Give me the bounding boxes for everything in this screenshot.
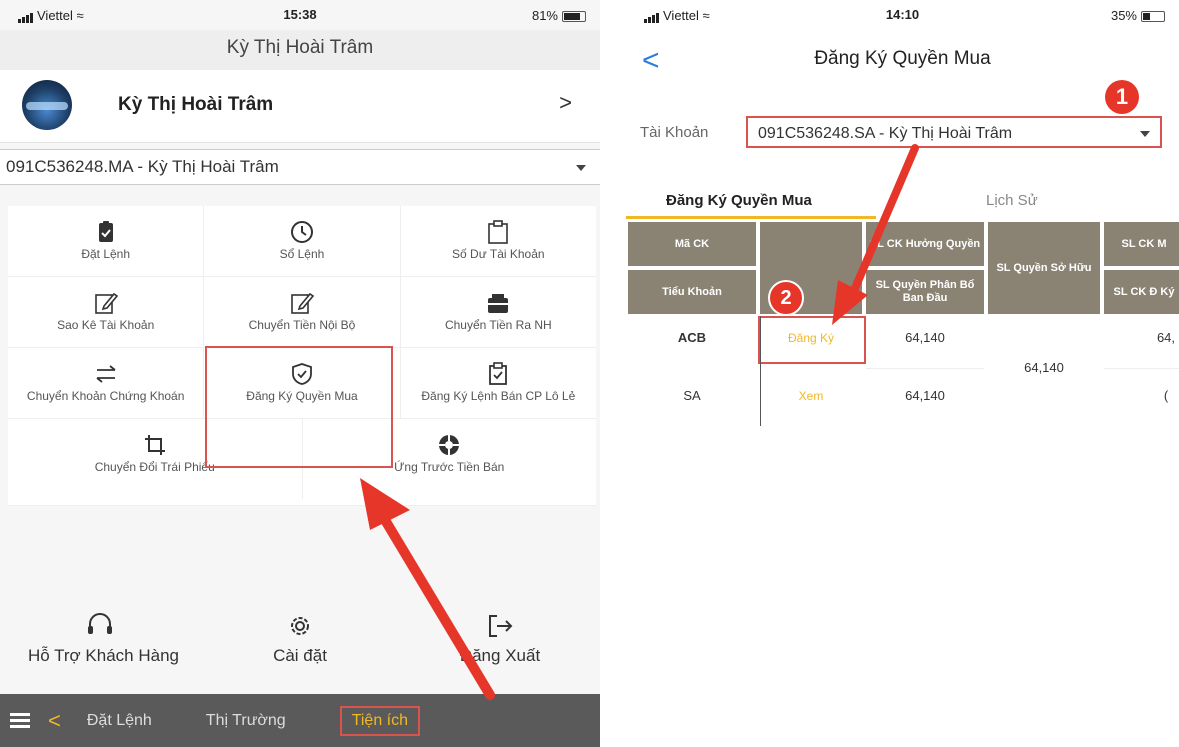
status-bar: Viettel ≈ 15:38 81% bbox=[0, 0, 600, 30]
profile-row[interactable]: Kỳ Thị Hoài Trâm > bbox=[0, 70, 600, 143]
row-divider bbox=[866, 368, 984, 369]
menu-item-so-du-tai-khoan[interactable]: Số Dư Tài Khoản bbox=[401, 206, 596, 276]
header-sl-ck-m: SL CK M bbox=[1104, 222, 1179, 266]
menu-item-dat-lenh[interactable]: Đặt Lệnh bbox=[8, 206, 205, 276]
battery-percent: 35% bbox=[1110, 8, 1137, 23]
menu-item-chuyen-khoan-chung-khoan[interactable]: Chuyển Khoản Chứng Khoán bbox=[8, 348, 205, 418]
support-button[interactable]: Hỗ Trợ Khách Hàng bbox=[0, 596, 200, 692]
clipboard-check-icon bbox=[98, 221, 113, 242]
bottom-actions: Hỗ Trợ Khách Hàng Cài đặt Đăng Xuất bbox=[0, 596, 600, 692]
menu-item-chuyen-tien-noi-bo[interactable]: Chuyển Tiền Nội Bộ bbox=[204, 277, 401, 347]
tab-lich-su[interactable]: Lịch Sử bbox=[986, 192, 1038, 209]
account-select-value: 091C536248.MA - Kỳ Thị Hoài Trâm bbox=[6, 157, 279, 176]
row-sa-code: SA bbox=[683, 388, 701, 403]
edit-icon bbox=[291, 292, 315, 314]
column-divider bbox=[760, 316, 761, 426]
status-time: 14:10 bbox=[885, 7, 920, 22]
page-title: Đăng Ký Quyền Mua bbox=[814, 48, 991, 69]
account-select[interactable]: 091C536248.MA - Kỳ Thị Hoài Trâm bbox=[0, 149, 600, 185]
edit-icon bbox=[94, 292, 118, 314]
status-bar: Viettel ≈ 14:10 35% bbox=[626, 0, 1179, 30]
highlight-box bbox=[205, 346, 393, 468]
tab-tien-ich[interactable]: Tiện ích bbox=[339, 705, 421, 736]
highlight-box bbox=[758, 316, 866, 364]
active-tab-indicator bbox=[626, 216, 876, 219]
header-sl-ck-ky: SL CK Đ Ký bbox=[1104, 270, 1179, 314]
menu-item-so-lenh[interactable]: Sổ Lệnh bbox=[204, 206, 401, 276]
row-acb-value: 64,140 bbox=[905, 330, 945, 345]
row-sa-value: 64,140 bbox=[905, 388, 945, 403]
bottom-tabbar: < Đặt Lệnh Thị Trường Tiện ích bbox=[0, 694, 600, 747]
logout-button[interactable]: Đăng Xuất bbox=[400, 596, 600, 692]
battery-icon bbox=[562, 11, 586, 23]
gear-icon bbox=[291, 617, 309, 635]
account-select-value: 091C536248.SA - Kỳ Thị Hoài Trâm bbox=[758, 125, 1013, 142]
menu-item-dang-ky-lenh-ban-cp-lo-le[interactable]: Đăng Ký Lệnh Bán CP Lô Lẻ bbox=[401, 348, 596, 418]
logout-icon bbox=[489, 615, 513, 637]
clock-icon bbox=[290, 221, 313, 243]
account-row: Tài Khoản 091C536248.SA - Kỳ Thị Hoài Tr… bbox=[626, 114, 1179, 154]
row-acb-last: 64, bbox=[1156, 330, 1176, 345]
account-select[interactable]: 091C536248.SA - Kỳ Thị Hoài Trâm bbox=[746, 116, 1162, 148]
back-chevron-icon[interactable]: < bbox=[48, 708, 61, 734]
page-title: Kỳ Thị Hoài Trâm bbox=[0, 30, 600, 70]
header-sl-quyen-so-huu: SL Quyền Sở Hữu bbox=[988, 222, 1100, 314]
crop-icon bbox=[144, 435, 165, 455]
header-tieu-khoan: Tiểu Khoản bbox=[628, 270, 756, 314]
merged-quyen-so-huu: 64,140 bbox=[1024, 360, 1064, 375]
row-sa-last: ( bbox=[1163, 388, 1169, 403]
avatar bbox=[22, 80, 72, 130]
profile-name: Kỳ Thị Hoài Trâm bbox=[118, 94, 274, 115]
header-ma-ck: Mã CK bbox=[628, 222, 756, 266]
row-divider bbox=[1104, 368, 1179, 369]
caret-down-icon bbox=[1140, 131, 1150, 137]
header-sl-ck-huong-quyen: SL CK Hưởng Quyền bbox=[866, 222, 984, 266]
menu-item-chuyen-tien-ra-nh[interactable]: Chuyển Tiền Ra NH bbox=[401, 277, 596, 347]
tab-dang-ky-quyen-mua[interactable]: Đăng Ký Quyền Mua bbox=[666, 192, 812, 209]
right-screen: Viettel ≈ 14:10 35% < Đăng Ký Quyền Mua … bbox=[626, 0, 1179, 440]
clipboard-icon bbox=[488, 220, 509, 244]
swap-icon bbox=[96, 365, 116, 383]
annotation-badge-1: 1 bbox=[1105, 80, 1139, 114]
tabs: Đăng Ký Quyền Mua Lịch Sử bbox=[626, 186, 1179, 220]
chevron-right-icon[interactable]: > bbox=[559, 90, 572, 116]
nav-bar: < Đăng Ký Quyền Mua bbox=[626, 30, 1179, 90]
headset-icon bbox=[88, 613, 112, 634]
tab-thi-truong[interactable]: Thị Trường bbox=[206, 712, 286, 730]
left-screen: Viettel ≈ 15:38 81% Kỳ Thị Hoài Trâm Kỳ … bbox=[0, 0, 600, 747]
battery-percent: 81% bbox=[531, 8, 558, 23]
header-sl-quyen-phan-bo: SL Quyền Phân Bổ Ban Đầu bbox=[866, 270, 984, 314]
menu-item-sao-ke-tai-khoan[interactable]: Sao Kê Tài Khoản bbox=[8, 277, 205, 347]
tab-dat-lenh[interactable]: Đặt Lệnh bbox=[87, 712, 152, 730]
clipboard-check-icon bbox=[489, 362, 508, 385]
account-label: Tài Khoản bbox=[640, 124, 709, 141]
status-time: 15:38 bbox=[283, 7, 317, 22]
settings-button[interactable]: Cài đặt bbox=[200, 596, 400, 692]
row-acb-code: ACB bbox=[677, 330, 707, 345]
caret-down-icon bbox=[576, 165, 586, 171]
view-link[interactable]: Xem bbox=[760, 389, 862, 403]
lifebuoy-icon bbox=[439, 435, 460, 455]
annotation-badge-2: 2 bbox=[768, 280, 804, 316]
hamburger-menu-icon[interactable] bbox=[10, 710, 30, 731]
battery-icon bbox=[1141, 11, 1165, 23]
wallet-icon bbox=[488, 294, 509, 313]
